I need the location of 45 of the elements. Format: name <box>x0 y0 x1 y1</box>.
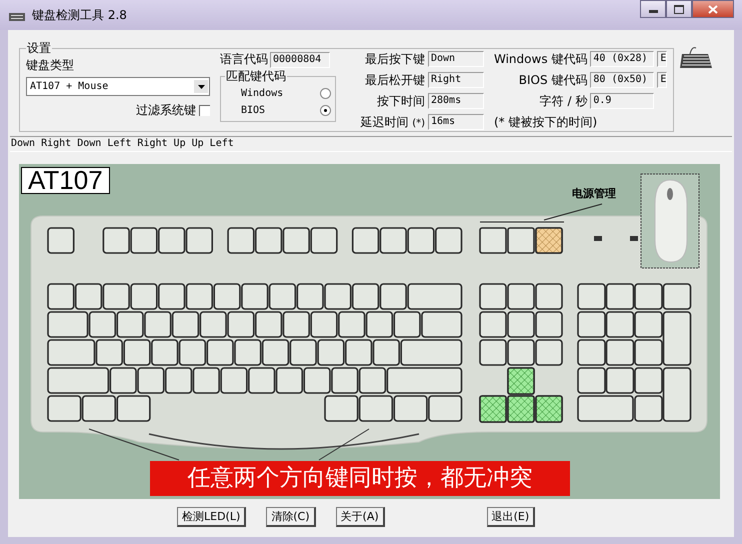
group-title: 匹配键代码 <box>225 68 287 85</box>
flag-field: E <box>657 51 668 67</box>
key-log: Down Right Down Left Right Up Up Left <box>10 136 732 152</box>
field-label: 语言代码 <box>220 51 268 68</box>
radio-button[interactable] <box>320 105 331 116</box>
keyboard-type-dropdown[interactable]: AT107 + Mouse <box>26 77 210 96</box>
checkbox-label: 过滤系统键 <box>136 102 196 119</box>
minimize-button[interactable] <box>640 0 666 18</box>
dialog-button[interactable]: 清除(C) <box>266 507 316 527</box>
radio-label: Windows <box>241 88 284 99</box>
field-label: 最后松开键 <box>364 72 425 89</box>
field-label: 延迟时间 (*) <box>359 114 425 131</box>
maximize-button[interactable] <box>666 0 692 18</box>
value-field: 16ms <box>428 114 484 130</box>
value-field: 0.9 <box>590 93 654 109</box>
window-title: 键盘检测工具 2.8 <box>32 6 127 24</box>
note-text: (* 键被按下的时间) <box>494 114 598 131</box>
value-field: 280ms <box>428 93 484 109</box>
close-icon <box>708 4 718 14</box>
value-field: 80 (0x50) <box>590 72 654 88</box>
callout-label: 电源管理 <box>572 187 616 200</box>
caption-banner: 任意两个方向键同时按，都无冲突 <box>150 461 570 496</box>
close-button[interactable] <box>692 0 734 18</box>
field-label: 键盘类型 <box>26 57 75 74</box>
language-code-field: 00000804 <box>270 52 330 68</box>
radio-label: BIOS <box>241 105 266 116</box>
dialog-button[interactable]: 检测LED(L) <box>177 507 246 527</box>
maximize-icon <box>674 4 684 14</box>
dialog-button[interactable]: 退出(E) <box>486 507 536 527</box>
field-label: 字符 / 秒 <box>538 93 588 110</box>
value-field: 40 (0x28) <box>590 51 654 67</box>
field-label: Windows 键代码 <box>494 51 588 68</box>
caret-icon <box>198 84 204 88</box>
field-label: BIOS 键代码 <box>518 72 588 89</box>
radio-button[interactable] <box>320 88 331 99</box>
leader-line <box>318 428 370 460</box>
dialog-button[interactable]: 关于(A) <box>336 507 385 527</box>
flag-field: E <box>657 72 668 88</box>
group-title: 设置 <box>26 40 52 57</box>
value-field: Down <box>428 51 484 67</box>
filter-checkbox[interactable] <box>199 105 210 116</box>
model-label: AT107 <box>21 167 110 194</box>
value-field: Right <box>428 72 484 88</box>
field-label: 最后按下键 <box>364 51 425 68</box>
field-label: 按下时间 <box>376 93 425 110</box>
